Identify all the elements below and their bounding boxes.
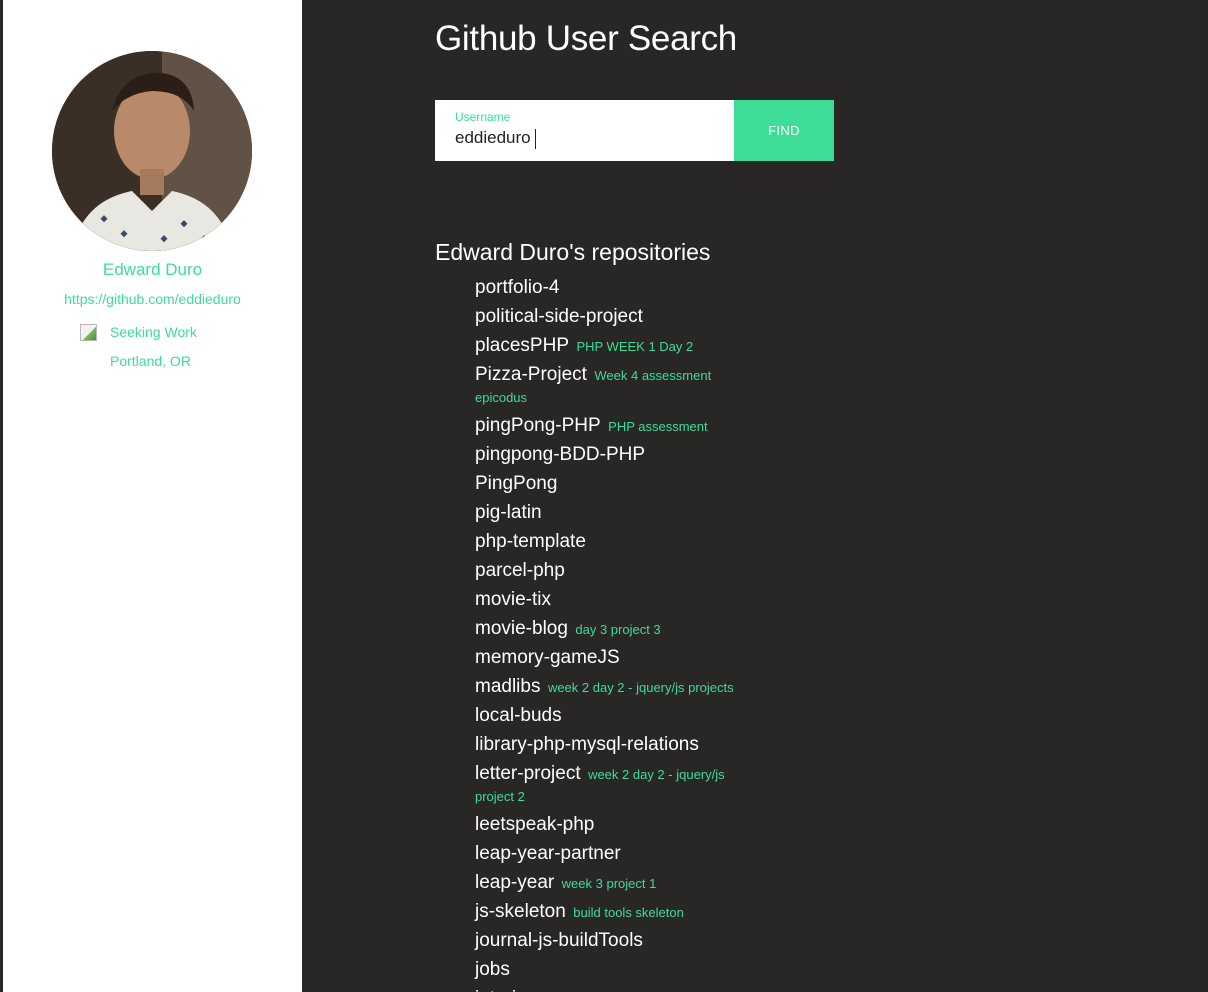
repo-name-link[interactable]: php-template bbox=[475, 531, 586, 552]
repo-name-link[interactable]: leap-year-partner bbox=[475, 843, 621, 864]
repo-name-link[interactable]: political-side-project bbox=[475, 306, 643, 327]
repo-name-link[interactable]: jobs bbox=[475, 959, 510, 980]
repo-description: day 3 project 3 bbox=[575, 622, 661, 637]
repo-description: build tools skeleton bbox=[573, 905, 684, 920]
repo-item: jobs bbox=[475, 959, 765, 982]
repo-item: political-side-project bbox=[475, 306, 765, 329]
repo-item: pingpong-BDD-PHP bbox=[475, 444, 765, 467]
repo-name-link[interactable]: movie-blog bbox=[475, 618, 568, 639]
repo-name-link[interactable]: memory-gameJS bbox=[475, 647, 620, 668]
repo-item: PingPong bbox=[475, 473, 765, 496]
repo-item: Pizza-Project Week 4 assessment epicodus bbox=[475, 364, 765, 409]
repo-item: js-skeleton build tools skeleton bbox=[475, 901, 765, 924]
avatar-photo bbox=[52, 51, 252, 251]
repo-name-link[interactable]: portfolio-4 bbox=[475, 277, 560, 298]
repo-name-link[interactable]: movie-tix bbox=[475, 589, 551, 610]
repo-item: interior bbox=[475, 988, 765, 992]
repo-item: php-template bbox=[475, 531, 765, 554]
repo-name-link[interactable]: PingPong bbox=[475, 473, 557, 494]
repo-description: week 3 project 1 bbox=[561, 876, 657, 891]
profile-location: Portland, OR bbox=[110, 353, 191, 369]
repo-item: memory-gameJS bbox=[475, 647, 765, 670]
repo-name-link[interactable]: local-buds bbox=[475, 705, 562, 726]
repo-name-link[interactable]: letter-project bbox=[475, 763, 581, 784]
avatar bbox=[52, 51, 252, 251]
username-field[interactable]: Username bbox=[435, 100, 734, 161]
profile-name: Edward Duro bbox=[102, 260, 203, 279]
repo-description: week 2 day 2 - jquery/js projects bbox=[547, 680, 734, 695]
repo-item: leetspeak-php bbox=[475, 814, 765, 837]
repo-name-link[interactable]: js-skeleton bbox=[475, 901, 566, 922]
repo-item: placesPHP PHP WEEK 1 Day 2 bbox=[475, 335, 765, 358]
profile-url-link[interactable]: https://github.com/eddieduro bbox=[3, 291, 302, 307]
repo-name-link[interactable]: leetspeak-php bbox=[475, 814, 594, 835]
repo-item: madlibs week 2 day 2 - jquery/js project… bbox=[475, 676, 765, 699]
find-button[interactable]: FIND bbox=[734, 100, 834, 161]
repo-item: portfolio-4 bbox=[475, 277, 765, 300]
hireable-label: Seeking Work bbox=[110, 324, 197, 340]
repo-name-link[interactable]: placesPHP bbox=[475, 335, 569, 356]
repo-name-link[interactable]: Pizza-Project bbox=[475, 364, 587, 385]
repositories-heading: Edward Duro's repositories bbox=[435, 239, 711, 265]
repo-item: leap-year week 3 project 1 bbox=[475, 872, 765, 895]
profile-sidebar: Edward Duro https://github.com/eddieduro… bbox=[3, 0, 302, 992]
repo-description: PHP WEEK 1 Day 2 bbox=[576, 339, 694, 354]
repo-description: PHP assessment bbox=[608, 419, 708, 434]
repo-name-link[interactable]: pingPong-PHP bbox=[475, 415, 601, 436]
app-page: Edward Duro https://github.com/eddieduro… bbox=[0, 0, 1208, 992]
repo-item: movie-blog day 3 project 3 bbox=[475, 618, 765, 641]
repo-item: letter-project week 2 day 2 - jquery/js … bbox=[475, 763, 765, 808]
search-form: Username FIND bbox=[435, 100, 834, 161]
repo-name-link[interactable]: interior bbox=[475, 988, 533, 992]
broken-image-icon bbox=[80, 323, 97, 341]
hireable-row: Seeking Work bbox=[80, 321, 197, 343]
repo-name-link[interactable]: leap-year bbox=[475, 872, 554, 893]
username-label: Username bbox=[455, 110, 511, 124]
repo-item: journal-js-buildTools bbox=[475, 930, 765, 953]
repo-item: library-php-mysql-relations bbox=[475, 734, 765, 757]
repo-name-link[interactable]: library-php-mysql-relations bbox=[475, 734, 699, 755]
repo-name-link[interactable]: journal-js-buildTools bbox=[475, 930, 643, 951]
repo-name-link[interactable]: pingpong-BDD-PHP bbox=[475, 444, 645, 465]
username-input[interactable] bbox=[455, 128, 715, 148]
repo-item: parcel-php bbox=[475, 560, 765, 583]
repository-list: portfolio-4 political-side-project placesP… bbox=[475, 277, 765, 992]
repo-item: pingPong-PHP PHP assessment bbox=[475, 415, 765, 438]
repo-item: local-buds bbox=[475, 705, 765, 728]
text-caret bbox=[535, 129, 536, 149]
repo-name-link[interactable]: madlibs bbox=[475, 676, 540, 697]
repo-item: pig-latin bbox=[475, 502, 765, 525]
main-content: Github User Search Username FIND Edward … bbox=[302, 0, 1208, 992]
repo-name-link[interactable]: pig-latin bbox=[475, 502, 542, 523]
repo-item: leap-year-partner bbox=[475, 843, 765, 866]
repo-item: movie-tix bbox=[475, 589, 765, 612]
page-title: Github User Search bbox=[435, 19, 737, 58]
repo-name-link[interactable]: parcel-php bbox=[475, 560, 565, 581]
